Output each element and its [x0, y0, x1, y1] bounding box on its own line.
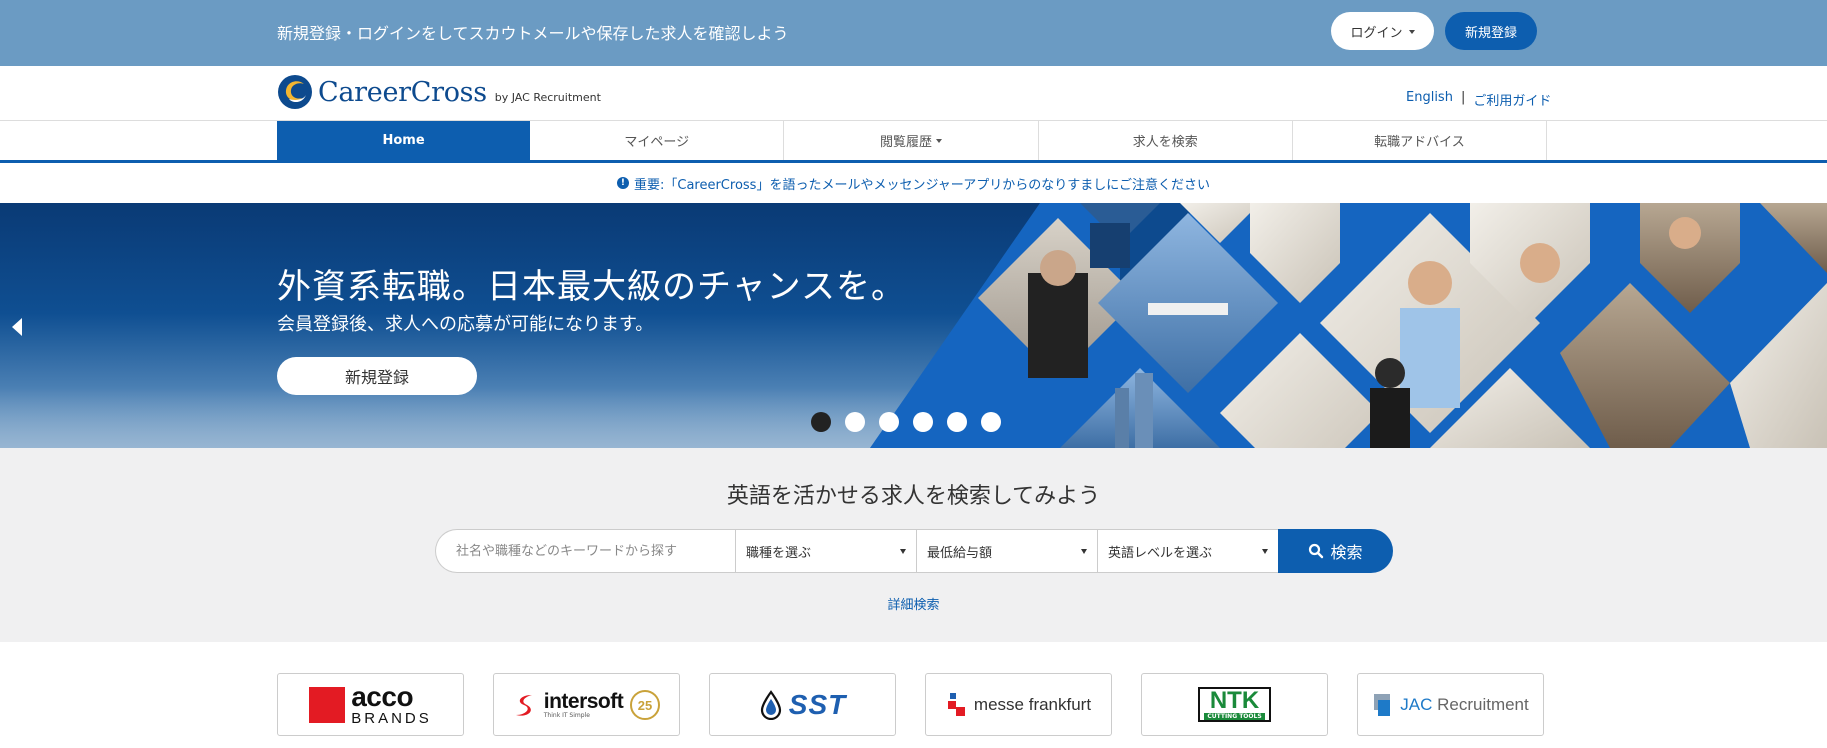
- carousel-dot[interactable]: [913, 412, 933, 432]
- ntk-logo-box: NTK CUTTING TOOLS: [1198, 687, 1271, 722]
- logo-by-text: by JAC Recruitment: [494, 90, 601, 104]
- hero-subtitle: 会員登録後、求人への応募が可能になります。: [277, 314, 654, 335]
- nav-item-career-advice[interactable]: 転職アドバイス: [1293, 121, 1548, 160]
- acco-logo-subtext: BRANDS: [351, 710, 432, 727]
- search-title: 英語を活かせる求人を検索してみよう: [726, 484, 1101, 509]
- nav-item-home[interactable]: Home: [277, 121, 531, 160]
- nav-item-mypage[interactable]: マイページ: [530, 121, 785, 160]
- nav-item-job-search[interactable]: 求人を検索: [1039, 121, 1293, 160]
- intersoft-logo-tagline: Think IT Simple: [543, 711, 590, 719]
- nav-item-history[interactable]: 閲覧履歴: [784, 121, 1039, 160]
- chevron-down-icon: [900, 548, 906, 554]
- english-level-select-value: 英語レベルを選ぶ: [1108, 545, 1213, 561]
- main-nav: Home マイページ 閲覧履歴 求人を検索 転職アドバイス: [0, 121, 1827, 163]
- login-button[interactable]: ログイン: [1331, 12, 1434, 50]
- intersoft-logo-text: intersoft: [543, 689, 624, 713]
- register-button[interactable]: 新規登録: [1445, 12, 1537, 50]
- english-link[interactable]: English: [1406, 90, 1453, 109]
- sst-logo-text: SST: [788, 688, 847, 720]
- guide-link[interactable]: ご利用ガイド: [1473, 90, 1551, 109]
- carousel-prev-icon[interactable]: [12, 318, 22, 336]
- water-drop-icon: [760, 689, 781, 720]
- jac-mark-icon: [1374, 693, 1391, 716]
- hero-register-button[interactable]: 新規登録: [277, 357, 477, 395]
- advanced-search-link[interactable]: 詳細検索: [0, 594, 1827, 613]
- english-level-select[interactable]: 英語レベルを選ぶ: [1097, 529, 1278, 573]
- hero-photo-collage: [870, 203, 1827, 448]
- nav-item-label: マイページ: [624, 135, 690, 150]
- company-logo-messe-frankfurt[interactable]: messe frankfurt: [925, 673, 1112, 736]
- logo-name: CareerCross: [318, 76, 487, 108]
- min-salary-select[interactable]: 最低給与額: [916, 529, 1097, 573]
- careercross-logo[interactable]: CareerCross by JAC Recruitment: [277, 74, 601, 110]
- acco-logo-text: acco: [351, 681, 414, 712]
- important-notice[interactable]: ! 重要:「CareerCross」を語ったメールやメッセンジャーアプリからのな…: [0, 170, 1827, 196]
- ntk-logo-text: NTK: [1209, 687, 1260, 714]
- job-type-select-value: 職種を選ぶ: [746, 545, 812, 561]
- chevron-down-icon: [1408, 30, 1415, 34]
- acco-square-icon: [309, 686, 346, 723]
- carousel-dot[interactable]: [845, 412, 865, 432]
- job-search-section: 英語を活かせる求人を検索してみよう 職種を選ぶ 最低給与額 英語レベルを選ぶ 検…: [0, 448, 1827, 642]
- nav-item-label: 閲覧履歴: [880, 135, 933, 150]
- messe-logo-text: messe frankfurt: [973, 694, 1092, 714]
- company-logo-ntk[interactable]: NTK CUTTING TOOLS: [1141, 673, 1328, 736]
- anniversary-badge-icon: 25: [630, 689, 661, 720]
- jac-logo-text: JAC Recruitment: [1400, 695, 1529, 715]
- search-icon: [1309, 543, 1324, 559]
- chevron-down-icon: [936, 138, 943, 143]
- company-logo-sst[interactable]: SST: [709, 673, 896, 736]
- ntk-logo-subtext: CUTTING TOOLS: [1204, 713, 1265, 720]
- search-bar: 職種を選ぶ 最低給与額 英語レベルを選ぶ 検索: [435, 529, 1393, 573]
- carousel-dots: [811, 412, 1001, 432]
- chevron-down-icon: [1081, 548, 1087, 554]
- carousel-dot[interactable]: [981, 412, 1001, 432]
- header: CareerCross by JAC Recruitment English |…: [0, 66, 1827, 121]
- carousel-dot[interactable]: [879, 412, 899, 432]
- jac-logo-suffix: Recruitment: [1432, 694, 1529, 714]
- hero-carousel: 外資系転職。日本最大級のチャンスを。 会員登録後、求人への応募が可能になります。…: [0, 203, 1827, 448]
- company-logo-list: acco BRANDS intersoft Think IT Simple 25…: [277, 673, 1544, 736]
- link-separator: |: [1460, 90, 1466, 105]
- company-logo-jac-recruitment[interactable]: JAC Recruitment: [1357, 673, 1544, 736]
- top-notice-text: 新規登録・ログインをしてスカウトメールや保存した求人を確認しよう: [277, 24, 789, 43]
- intersoft-swoosh-icon: [515, 694, 532, 716]
- job-type-select[interactable]: 職種を選ぶ: [735, 529, 916, 573]
- important-notice-text: 重要:「CareerCross」を語ったメールやメッセンジャーアプリからのなりす…: [633, 177, 1211, 193]
- nav-item-label: Home: [382, 133, 425, 148]
- login-button-label: ログイン: [1350, 25, 1403, 41]
- carousel-dot[interactable]: [811, 412, 831, 432]
- jac-logo-prefix: JAC: [1400, 694, 1433, 714]
- carousel-dot[interactable]: [947, 412, 967, 432]
- nav-item-label: 転職アドバイス: [1374, 135, 1465, 150]
- careercross-logo-icon: [278, 75, 312, 109]
- info-icon: !: [616, 177, 629, 189]
- anniversary-badge-number: 25: [638, 698, 652, 713]
- header-links: English | ご利用ガイド: [1406, 90, 1551, 109]
- search-button[interactable]: 検索: [1278, 529, 1393, 573]
- search-button-label: 検索: [1330, 543, 1363, 562]
- top-notice-bar: 新規登録・ログインをしてスカウトメールや保存した求人を確認しよう ログイン 新規…: [0, 0, 1827, 66]
- company-logo-intersoft[interactable]: intersoft Think IT Simple 25: [493, 673, 680, 736]
- company-logo-acco-brands[interactable]: acco BRANDS: [277, 673, 464, 736]
- min-salary-select-value: 最低給与額: [927, 545, 993, 561]
- messe-mark-icon: [947, 692, 965, 716]
- chevron-down-icon: [1262, 548, 1268, 554]
- hero-title: 外資系転職。日本最大級のチャンスを。: [277, 267, 906, 307]
- keyword-search-input[interactable]: [435, 529, 735, 573]
- nav-item-label: 求人を検索: [1132, 135, 1198, 150]
